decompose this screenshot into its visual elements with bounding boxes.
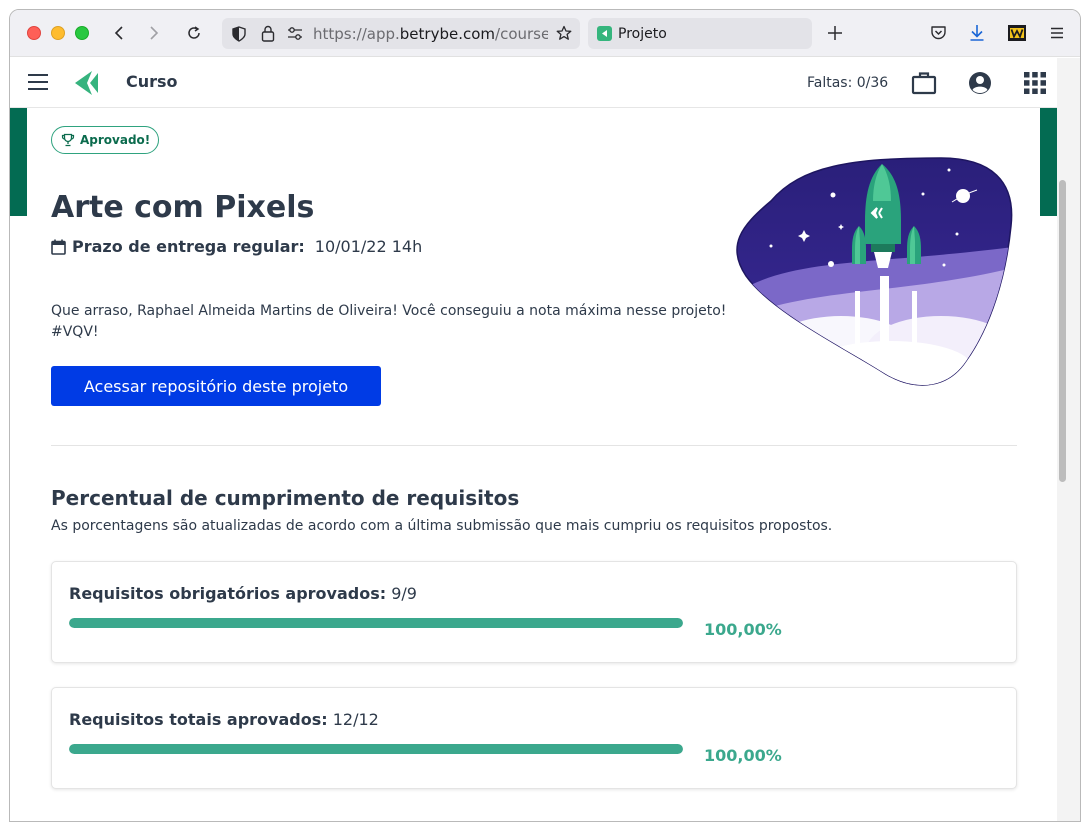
user-avatar-icon[interactable]	[967, 70, 993, 96]
menu-icon	[1051, 27, 1063, 39]
progress-bar-track	[69, 618, 683, 628]
requirement-label: Requisitos totais aprovados: 12/12	[69, 710, 379, 729]
back-button[interactable]	[109, 22, 131, 44]
chevron-left-icon	[114, 26, 123, 40]
requirement-percent: 100,00%	[704, 746, 782, 765]
hamburger-menu-icon[interactable]	[28, 74, 48, 92]
extension-button[interactable]	[1006, 22, 1028, 44]
browser-window: https://app.betrybe.com/course/p Projeto	[9, 9, 1081, 822]
progress-bar-fill	[69, 618, 683, 628]
reload-button[interactable]	[183, 22, 205, 44]
requirement-percent: 100,00%	[704, 620, 782, 639]
trophy-icon	[61, 133, 75, 147]
lock-icon	[261, 25, 275, 42]
absences-counter: Faltas: 0/36	[807, 75, 889, 91]
page-content: Aprovado! Arte com Pixels Prazo de entre…	[10, 108, 1057, 821]
requirement-label-text: Requisitos obrigatórios aprovados:	[69, 584, 387, 603]
browser-tab[interactable]: Projeto	[588, 18, 812, 49]
repository-button[interactable]: Acessar repositório deste projeto	[51, 366, 381, 406]
new-tab-button[interactable]	[824, 22, 846, 44]
requirement-count: 9/9	[391, 584, 417, 603]
url-suffix: /course/p	[495, 25, 548, 43]
minimize-window-button[interactable]	[51, 26, 65, 40]
deadline: Prazo de entrega regular: 10/01/22 14h	[51, 237, 422, 256]
calendar-icon	[51, 239, 66, 255]
extension-w-icon	[1008, 25, 1026, 41]
browser-toolbar: https://app.betrybe.com/course/p Projeto	[10, 10, 1080, 57]
plus-icon	[828, 26, 842, 40]
deadline-value: 10/01/22 14h	[314, 237, 423, 256]
reload-icon	[188, 26, 200, 39]
header-banner-left	[10, 108, 27, 216]
tab-title: Projeto	[618, 26, 667, 42]
requirement-label-text: Requisitos totais aprovados:	[69, 710, 328, 729]
url-host: betrybe.com	[399, 25, 496, 43]
header-banner-right	[1040, 108, 1057, 216]
total-requirements-card: Requisitos totais aprovados: 12/12 100,0…	[51, 687, 1017, 789]
app-header: Curso Faltas: 0/36	[10, 58, 1057, 108]
trybe-logo-icon[interactable]	[72, 68, 102, 98]
congrats-message: Que arraso, Raphael Almeida Martins de O…	[51, 301, 741, 343]
requirement-count: 12/12	[332, 710, 379, 729]
scrollbar-thumb[interactable]	[1059, 180, 1066, 482]
forward-button[interactable]	[143, 22, 165, 44]
permissions-icon	[288, 27, 302, 40]
mandatory-requirements-card: Requisitos obrigatórios aprovados: 9/9 1…	[51, 561, 1017, 663]
maximize-window-button[interactable]	[75, 26, 89, 40]
congrats-line-1: Que arraso, Raphael Almeida Martins de O…	[51, 303, 727, 319]
bookmark-star-icon[interactable]	[556, 25, 572, 41]
progress-bar-fill	[69, 744, 683, 754]
downloads-button[interactable]	[966, 22, 988, 44]
app-menu-button[interactable]	[1046, 22, 1068, 44]
progress-bar-track	[69, 744, 683, 754]
requirement-label: Requisitos obrigatórios aprovados: 9/9	[69, 584, 417, 603]
requirements-section-subtitle: As porcentagens são atualizadas de acord…	[51, 518, 833, 534]
briefcase-icon[interactable]	[911, 70, 937, 96]
url-bar[interactable]: https://app.betrybe.com/course/p	[222, 18, 580, 49]
project-card: Aprovado! Arte com Pixels Prazo de entre…	[27, 108, 1040, 821]
project-title: Arte com Pixels	[51, 190, 315, 225]
rocket-illustration	[736, 157, 1013, 386]
shield-icon	[232, 26, 246, 42]
chevron-right-icon	[150, 26, 159, 40]
apps-grid-icon[interactable]	[1022, 70, 1048, 96]
requirements-section-title: Percentual de cumprimento de requisitos	[51, 486, 520, 510]
approved-badge-label: Aprovado!	[80, 133, 151, 147]
download-icon	[970, 25, 984, 41]
pocket-icon	[930, 26, 946, 40]
course-title[interactable]: Curso	[126, 72, 178, 91]
url-prefix: https://app.	[313, 25, 400, 43]
deadline-label: Prazo de entrega regular:	[72, 237, 305, 256]
close-window-button[interactable]	[27, 26, 41, 40]
pocket-button[interactable]	[927, 22, 949, 44]
tab-favicon-icon	[597, 26, 612, 41]
section-divider	[51, 445, 1017, 446]
congrats-line-2: #VQV!	[51, 324, 99, 340]
approved-badge: Aprovado!	[51, 126, 160, 154]
url-text[interactable]: https://app.betrybe.com/course/p	[313, 25, 548, 43]
